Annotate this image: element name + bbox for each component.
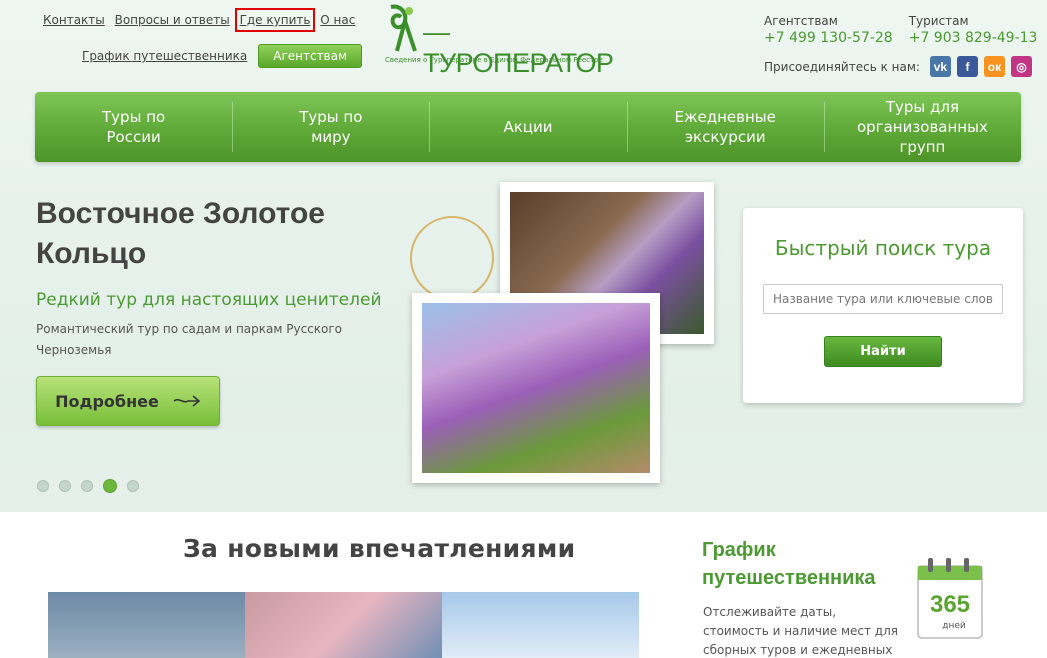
nav-tours-world[interactable]: Туры по миру — [232, 92, 429, 162]
social-bar: Присоединяйтесь к нам: vk f ок ◎ — [764, 56, 1032, 77]
quick-search-card: Быстрый поиск тура Найти — [743, 208, 1023, 403]
tourists-phone[interactable]: +7 903 829-49-13 — [909, 30, 1038, 46]
nav-group-tours[interactable]: Туры для организованных групп — [823, 92, 1021, 162]
instagram-icon[interactable]: ◎ — [1010, 56, 1032, 77]
tour-thumb[interactable] — [48, 592, 245, 658]
nav-label-line1: Акции — [503, 118, 553, 136]
decor-ornament — [410, 216, 494, 300]
nav-daily-excursions[interactable]: Ежедневные экскурсии — [626, 92, 824, 162]
photo-image — [422, 303, 650, 473]
link-about[interactable]: О нас — [320, 13, 355, 27]
calendar-icon[interactable]: 365 дней — [906, 552, 998, 652]
hero-photo-lilac — [412, 293, 660, 483]
nav-label-line1: Туры для — [885, 98, 959, 116]
logo[interactable]: —ТУРОПЕРАТОР Сведения о Туроператоре в Е… — [385, 3, 635, 78]
search-title: Быстрый поиск тура — [774, 236, 992, 260]
arrow-right-icon — [173, 395, 201, 407]
slider-dot[interactable] — [37, 480, 49, 492]
top-links: Контакты Вопросы и ответы Где купить О н… — [43, 8, 361, 32]
more-button[interactable]: Подробнее — [36, 376, 220, 426]
odnoklassniki-icon[interactable]: ок — [983, 56, 1005, 77]
vk-icon[interactable]: vk — [929, 56, 951, 77]
agencies-label: Агентствам — [764, 14, 838, 28]
agencies-phone[interactable]: +7 499 130-57-28 — [764, 30, 893, 46]
social-label: Присоединяйтесь к нам: — [764, 59, 920, 74]
sub-links: График путешественника Агентствам — [82, 44, 363, 68]
logo-subtitle[interactable]: Сведения о Туроператоре в Едином Федерал… — [385, 56, 603, 64]
slider-dots — [37, 479, 139, 493]
planner-title-line2: путешественника — [702, 567, 876, 589]
main-nav: Туры по России Туры по миру Акции Ежедневн… — [35, 92, 1021, 162]
search-input[interactable] — [763, 284, 1003, 314]
hero-subtitle: Редкий тур для настоящих ценителей — [36, 290, 382, 310]
logo-text: —ТУРОПЕРАТОР — [423, 17, 614, 78]
planner-description: Отслеживайте даты, стоимость и наличие м… — [703, 605, 898, 657]
link-faq[interactable]: Вопросы и ответы — [115, 13, 230, 27]
tour-thumb[interactable] — [245, 592, 442, 658]
calendar-number: 365 — [930, 591, 970, 618]
contacts: Агентствам +7 499 130-57-28 Туристам +7 … — [764, 14, 1037, 46]
link-traveler-schedule[interactable]: График путешественника — [82, 49, 247, 63]
hero-description: Романтический тур по садам и паркам Русс… — [36, 322, 343, 357]
facebook-icon[interactable]: f — [956, 56, 978, 77]
slider-dot[interactable] — [81, 480, 93, 492]
planner-title[interactable]: График путешественника — [702, 536, 876, 592]
hero-title: Восточное Золотое Кольцо — [36, 197, 325, 270]
slider-dot-active[interactable] — [103, 479, 117, 493]
link-contacts[interactable]: Контакты — [43, 13, 105, 27]
planner-title-line1: График — [702, 539, 776, 561]
nav-label-line2: экскурсии — [684, 128, 766, 146]
contact-agencies: Агентствам +7 499 130-57-28 — [764, 14, 893, 46]
agencies-button[interactable]: Агентствам — [258, 44, 363, 68]
bottom-section: За новыми впечатлениями График путешеств… — [0, 512, 1047, 658]
contact-tourists: Туристам +7 903 829-49-13 — [909, 14, 1038, 46]
calendar-unit: дней — [942, 621, 966, 631]
slider-dot[interactable] — [127, 480, 139, 492]
nav-label-line2: миру — [311, 128, 351, 146]
more-button-label: Подробнее — [55, 391, 159, 411]
nav-label-line2: России — [106, 128, 161, 146]
find-button[interactable]: Найти — [824, 336, 942, 367]
tour-thumb[interactable] — [442, 592, 639, 658]
nav-tours-russia[interactable]: Туры по России — [35, 92, 232, 162]
tourists-label: Туристам — [908, 14, 969, 28]
nav-label-line1: Туры по — [102, 108, 166, 126]
link-where-to-buy[interactable]: Где купить — [234, 8, 316, 32]
nav-label-line1: Ежедневные — [674, 108, 776, 126]
nav-label-line1: Туры по — [299, 108, 363, 126]
logo-mark-icon — [390, 4, 417, 52]
section-title: За новыми впечатлениями — [183, 534, 576, 563]
nav-promotions[interactable]: Акции — [429, 92, 626, 162]
slider-dot[interactable] — [59, 480, 71, 492]
nav-label-line2: организованных групп — [856, 118, 988, 156]
